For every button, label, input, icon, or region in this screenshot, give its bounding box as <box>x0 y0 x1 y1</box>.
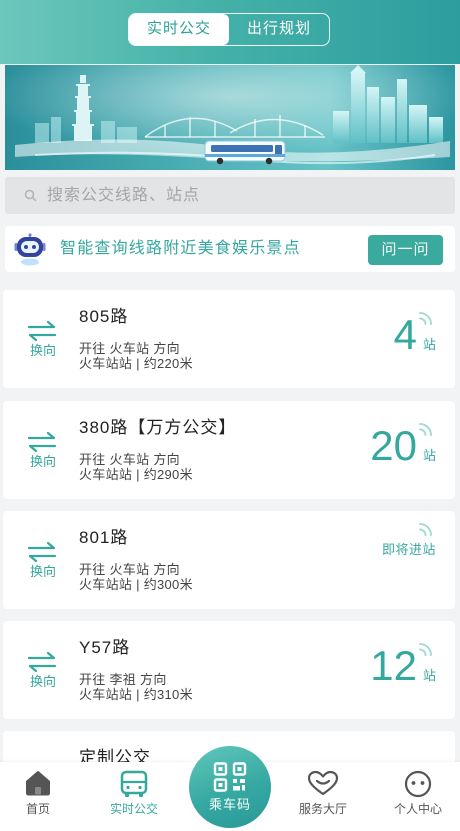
ride-code-label: 乘车码 <box>208 797 251 812</box>
swap-direction-button[interactable]: 换向 <box>22 430 64 472</box>
swap-direction-button[interactable]: 换向 <box>22 650 64 692</box>
search-bar[interactable] <box>5 177 455 214</box>
stops-away-count: 20 <box>370 422 417 469</box>
route-name: 380路【万方公交】 <box>79 418 237 437</box>
stops-away-count: 12 <box>370 642 417 689</box>
tab-realtime-bus[interactable]: 实时公交 <box>94 762 174 831</box>
tab-realtime-bus-label: 实时公交 <box>109 802 158 816</box>
ask-button[interactable]: 问一问 <box>368 235 443 265</box>
arrival-info: 12 站 <box>370 645 436 687</box>
route-card[interactable]: 换向 Y57路 开往 李祖 方向 火车站站 | 约310米 12 站 <box>3 621 455 719</box>
route-card[interactable]: 换向 380路【万方公交】 开往 火车站 方向 火车站站 | 约290米 20 … <box>3 401 455 499</box>
swap-arrows-icon <box>27 542 57 562</box>
swap-direction-button[interactable]: 换向 <box>22 319 64 361</box>
stops-unit: 站 <box>422 668 436 683</box>
swap-label: 换向 <box>29 343 56 358</box>
tab-profile[interactable]: 个人中心 <box>378 762 458 831</box>
qr-code-icon <box>213 762 247 792</box>
route-station-distance: 火车站站 | 约310米 <box>79 687 193 702</box>
swap-label: 换向 <box>29 564 56 579</box>
tab-home[interactable]: 首页 <box>0 762 78 831</box>
arrival-info: 20 站 <box>370 425 436 467</box>
search-icon <box>24 189 37 202</box>
tab-realtime-bus[interactable]: 实时公交 <box>129 14 229 45</box>
route-name: 801路 <box>79 528 129 547</box>
arrival-info: 4 站 <box>394 314 436 356</box>
route-card[interactable]: 换向 801路 开往 火车站 方向 火车站站 | 约300米 即将进站 <box>3 511 455 609</box>
route-direction: 开往 火车站 方向 <box>79 562 180 577</box>
route-station-distance: 火车站站 | 约300米 <box>79 577 193 592</box>
tab-service-hall-label: 服务大厅 <box>298 802 347 816</box>
smiley-face-icon <box>404 770 432 798</box>
search-input[interactable] <box>47 177 437 214</box>
swap-label: 换向 <box>29 454 56 469</box>
realtime-signal-icon <box>419 523 432 536</box>
bus-icon <box>120 770 148 797</box>
swap-direction-button[interactable]: 换向 <box>22 540 64 582</box>
route-name: Y57路 <box>79 638 131 657</box>
service-heart-icon <box>307 770 339 796</box>
tab-home-label: 首页 <box>25 802 50 816</box>
route-name: 805路 <box>79 307 129 326</box>
route-station-distance: 火车站站 | 约290米 <box>79 467 193 482</box>
home-icon <box>26 771 50 796</box>
route-card[interactable]: 换向 805路 开往 火车站 方向 火车站站 | 约220米 4 站 <box>3 290 455 388</box>
route-direction: 开往 李祖 方向 <box>79 672 167 687</box>
swap-arrows-icon <box>27 321 57 341</box>
swap-arrows-icon <box>27 432 57 452</box>
swap-arrows-icon <box>27 652 57 672</box>
ride-code-button[interactable]: 乘车码 <box>189 746 271 828</box>
swap-label: 换向 <box>29 674 56 689</box>
city-skyline-bus-illustration <box>5 65 455 170</box>
route-direction: 开往 火车站 方向 <box>79 341 180 356</box>
promo-banner[interactable] <box>5 65 455 170</box>
tab-service-hall[interactable]: 服务大厅 <box>283 762 363 831</box>
assistant-prompt-text: 智能查询线路附近美食娱乐景点 <box>60 240 301 257</box>
smart-assistant-card[interactable]: 智能查询线路附近美食娱乐景点 问一问 <box>5 226 455 272</box>
stops-unit: 站 <box>422 337 436 352</box>
stops-unit: 站 <box>422 448 436 463</box>
route-direction: 开往 火车站 方向 <box>79 452 180 467</box>
robot-icon <box>14 233 46 266</box>
mode-segmented-control: 实时公交 出行规划 <box>128 13 330 46</box>
stops-away-count: 4 <box>393 311 417 358</box>
tab-trip-planning[interactable]: 出行规划 <box>229 14 329 45</box>
route-station-distance: 火车站站 | 约220米 <box>79 356 193 371</box>
arriving-soon-status: 即将进站 <box>381 542 436 557</box>
tab-profile-label: 个人中心 <box>393 802 442 816</box>
